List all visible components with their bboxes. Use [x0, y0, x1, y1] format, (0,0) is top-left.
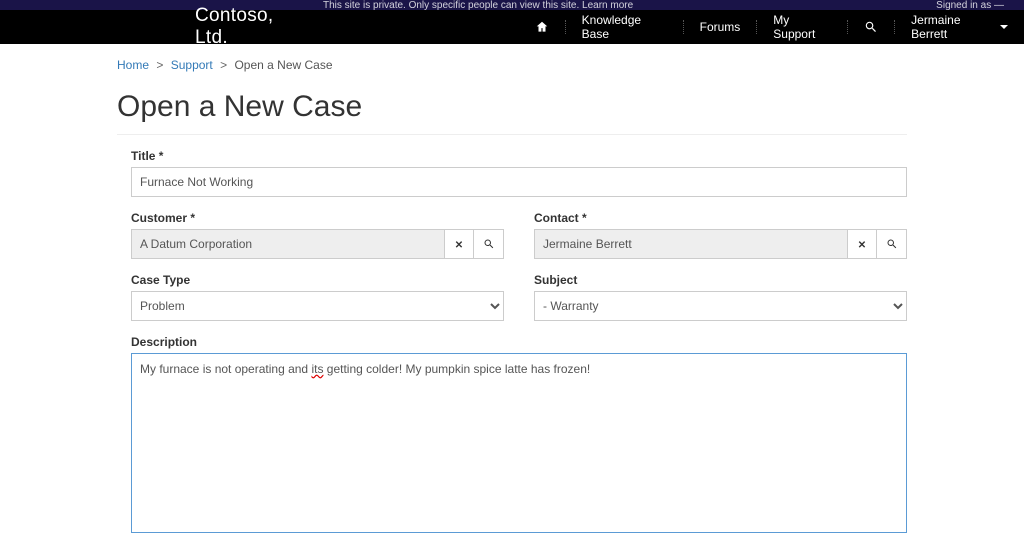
- title-input[interactable]: [131, 167, 907, 197]
- nav-user-name: Jermaine Berrett: [911, 13, 994, 41]
- search-icon[interactable]: [848, 10, 894, 44]
- casetype-label: Case Type: [131, 273, 504, 287]
- customer-search-button[interactable]: [474, 229, 504, 259]
- nav-my-support[interactable]: My Support: [757, 10, 847, 44]
- description-text-pre: My furnace is not operating and: [140, 362, 311, 376]
- nav-user-menu[interactable]: Jermaine Berrett: [895, 10, 1024, 44]
- nav-knowledge-base[interactable]: Knowledge Base: [566, 10, 683, 44]
- breadcrumb-home[interactable]: Home: [117, 58, 149, 72]
- description-textarea[interactable]: My furnace is not operating and its gett…: [131, 353, 907, 533]
- home-icon[interactable]: [519, 10, 565, 44]
- title-label: Title *: [131, 149, 907, 163]
- casetype-select[interactable]: Problem: [131, 291, 504, 321]
- customer-clear-button[interactable]: [444, 229, 474, 259]
- close-icon: [455, 237, 463, 251]
- breadcrumb: Home > Support > Open a New Case: [117, 58, 907, 72]
- page-title: Open a New Case: [117, 90, 907, 124]
- navbar: Contoso, Ltd. Knowledge Base Forums My S…: [0, 10, 1024, 44]
- contact-search-button[interactable]: [877, 229, 907, 259]
- breadcrumb-support[interactable]: Support: [171, 58, 213, 72]
- nav-forums[interactable]: Forums: [684, 10, 757, 44]
- customer-input[interactable]: [131, 229, 444, 259]
- contact-input[interactable]: [534, 229, 847, 259]
- contact-clear-button[interactable]: [847, 229, 877, 259]
- subject-label: Subject: [534, 273, 907, 287]
- close-icon: [858, 237, 866, 251]
- description-text-post: getting colder! My pumpkin spice latte h…: [323, 362, 590, 376]
- breadcrumb-current: Open a New Case: [234, 58, 332, 72]
- privacy-banner: This site is private. Only specific peop…: [323, 0, 633, 10]
- customer-label: Customer *: [131, 211, 504, 225]
- contact-label: Contact *: [534, 211, 907, 225]
- caret-down-icon: [1000, 25, 1008, 29]
- brand-title: Contoso, Ltd.: [195, 5, 309, 49]
- description-text-err: its: [311, 362, 323, 376]
- description-label: Description: [131, 335, 907, 349]
- subject-select[interactable]: - Warranty: [534, 291, 907, 321]
- signed-in-as: Signed in as —: [936, 0, 1004, 10]
